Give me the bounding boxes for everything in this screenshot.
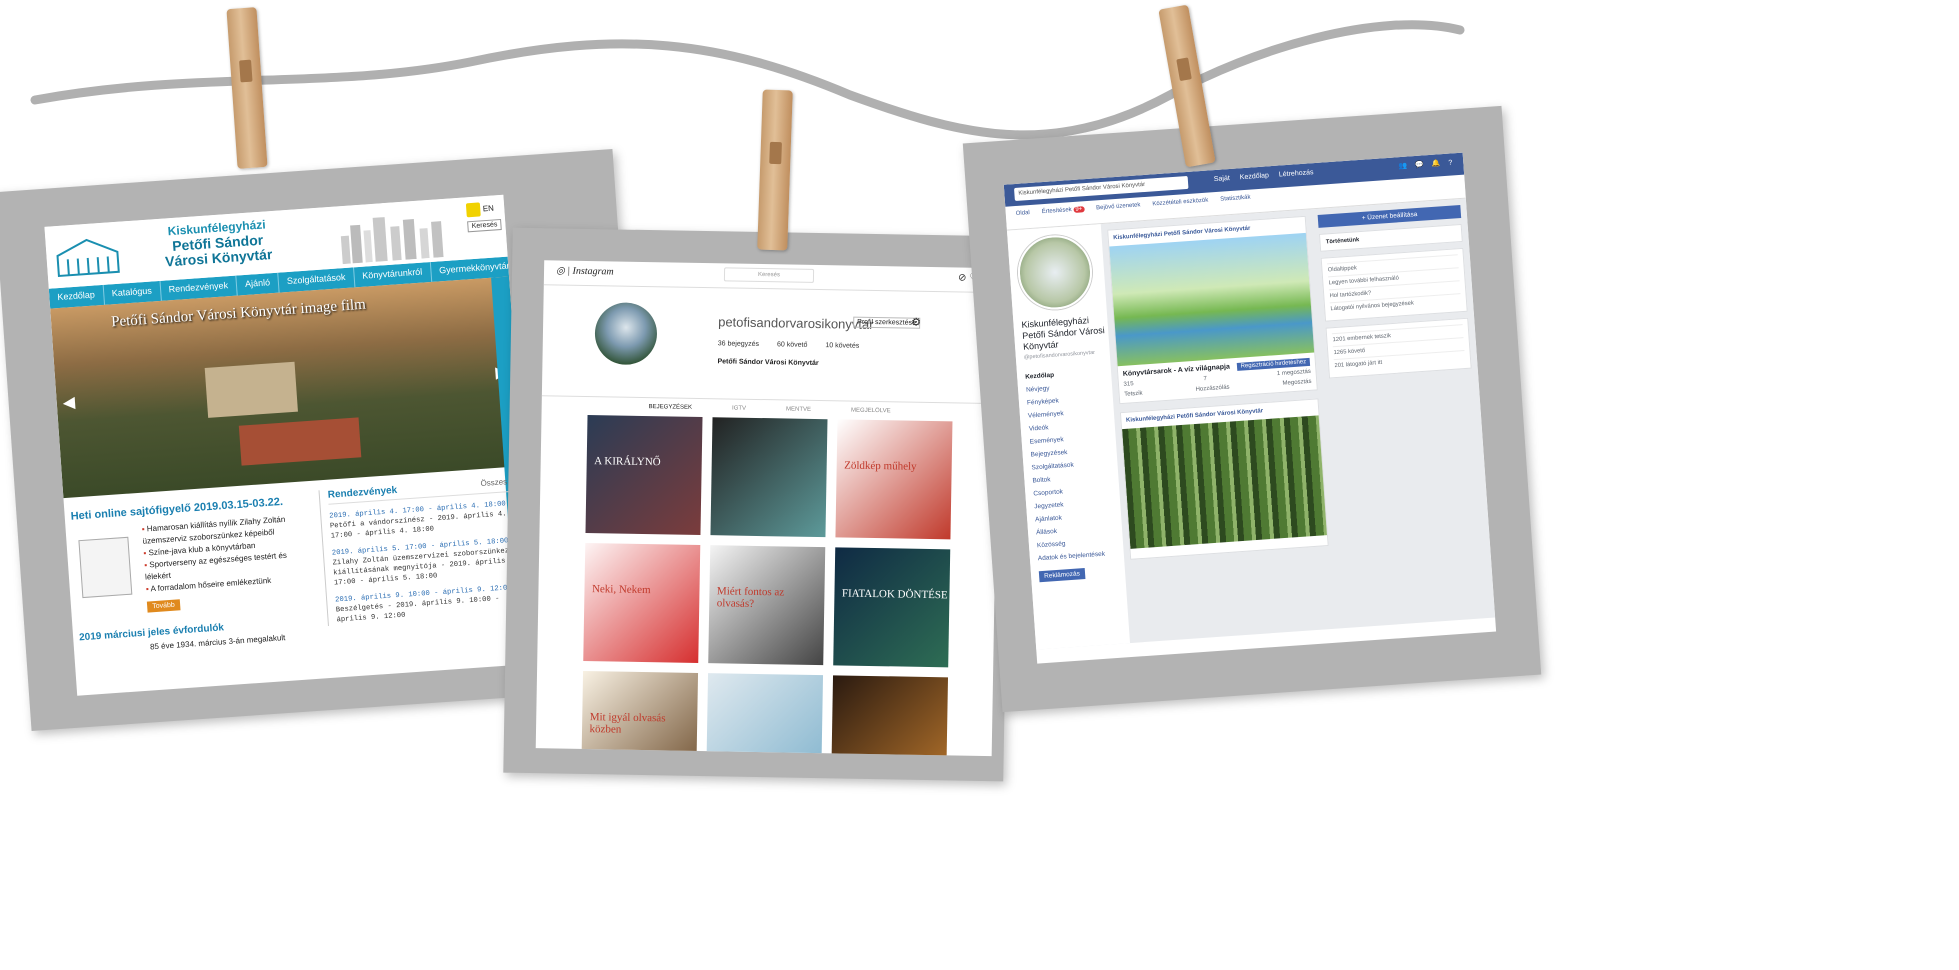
tab-saved[interactable]: MENTVE (786, 406, 811, 412)
tab-posts[interactable]: BEJEGYZÉSEK (649, 404, 692, 411)
instagram-post-thumbnail[interactable] (830, 675, 948, 757)
posts-grid: A KIRÁLYNŐ Zöldkép műhely Neki, Nekem Miért… (536, 414, 998, 757)
tab-page[interactable]: Oldal (1016, 210, 1031, 229)
like-button[interactable]: Tetszik (1124, 391, 1143, 398)
library-tools: EN Keresés (466, 201, 502, 233)
post-shares[interactable]: 1 megosztás (1277, 369, 1311, 377)
tab-notifications-label: Értesítések (1041, 207, 1072, 216)
library-website-screenshot: Kiskunfélegyházi Petőfi Sándor Városi Kö… (44, 194, 537, 696)
instagram-post-thumbnail[interactable]: Zöldkép műhely (834, 419, 952, 540)
more-button[interactable]: Tovább (146, 599, 181, 613)
accessibility-icon[interactable] (466, 202, 482, 218)
story-box: Történetünk (1319, 223, 1463, 252)
event-item[interactable]: 2019. április 4. 17:00 - április 4. 18:0… (329, 498, 521, 541)
instagram-post-thumbnail[interactable]: Miért fontos az olvasás? (707, 545, 825, 666)
facebook-columns: Kiskunfélegyházi Petőfi Sándor Városi Kö… (1006, 198, 1496, 650)
page-profile-picture[interactable] (1015, 232, 1095, 312)
slider-prev-icon[interactable]: ◀ (62, 392, 76, 413)
hero-slider[interactable]: Petőfi Sándor Városi Könyvtár image film… (50, 276, 523, 499)
promote-button[interactable]: Reklámozás (1038, 568, 1086, 583)
library-building-logo-icon (56, 238, 120, 278)
photo-frame-instagram: ◎ | Instagram Keresés ⊘ ♡ ⚇ petofisandor… (503, 227, 1013, 782)
tab-tagged[interactable]: MEGJELÖLVE (851, 408, 891, 415)
post-thumbnail-text: Mit igyál olvasás közben (589, 711, 666, 736)
top-link-home[interactable]: Kezdőlap (1240, 172, 1270, 181)
top-link-profile[interactable]: Saját (1214, 175, 1230, 183)
compass-icon[interactable]: ⊘ (958, 272, 967, 283)
clothespin-spring (769, 141, 782, 165)
hero-city-building (204, 361, 298, 418)
event-item[interactable]: 2019. április 9. 10:00 - április 9. 12:0… (335, 582, 527, 625)
instagram-post-thumbnail[interactable] (705, 673, 823, 757)
instagram-profile-header: petofisandorvarosikonyvtar Profil szerke… (542, 285, 1000, 403)
tab-insights[interactable]: Statisztikák (1220, 195, 1252, 215)
search-button[interactable]: Keresés (467, 218, 502, 233)
gear-icon[interactable]: ⚙ (911, 316, 921, 329)
story-title: Történetünk (1325, 237, 1360, 246)
post-thumbnail-text: Neki, Nekem (591, 583, 651, 597)
clothespin-spring (1176, 57, 1192, 82)
facebook-notification-icons[interactable]: 👥 💬 🔔 ? (1398, 158, 1455, 170)
clothespin-middle (757, 89, 793, 251)
news-section: Heti online sajtófigyelő 2019.03.15-03.2… (70, 494, 320, 657)
hero-caption: Petőfi Sándor Városi Könyvtár image film (110, 296, 367, 331)
instagram-brand[interactable]: ◎ | Instagram (556, 265, 614, 277)
clothespin-spring (239, 59, 253, 83)
facebook-top-links: Saját Kezdőlap Létrehozás (1214, 169, 1314, 183)
page-menu: Kezdőlap Névjegy Fényképek Vélemények Videók… (1025, 365, 1124, 565)
comment-button[interactable]: Hozzászólás (1195, 385, 1229, 393)
feed-post: Kiskunfélegyházi Petőfi Sándor Városi Kö… (1106, 215, 1319, 405)
edit-profile-button[interactable]: Profil szerkesztése (853, 316, 921, 329)
page-feed: Kiskunfélegyházi Petőfi Sándor Városi Kö… (1100, 209, 1341, 643)
share-button[interactable]: Megosztás (1282, 379, 1311, 387)
post-thumbnail-text: Zöldkép műhely (844, 459, 917, 473)
instagram-post-thumbnail[interactable]: Neki, Nekem (582, 542, 700, 663)
bookshelf-illustration-icon (340, 217, 444, 265)
post-thumbnail-text: A KIRÁLYNŐ (594, 455, 661, 469)
instagram-profile-screenshot: ◎ | Instagram Keresés ⊘ ♡ ⚇ petofisandor… (535, 260, 1001, 757)
tab-igtv[interactable]: IGTV (732, 406, 746, 412)
facebook-page-screenshot: Kiskunfélegyházi Petőfi Sándor Városi Kö… (1003, 152, 1497, 664)
tab-inbox[interactable]: Bejövő üzenetek (1096, 202, 1142, 223)
photo-frame-facebook: Kiskunfélegyházi Petőfi Sándor Városi Kö… (962, 105, 1542, 713)
post-image-forest[interactable] (1121, 415, 1328, 549)
post-engagement: 7 (1203, 376, 1208, 383)
post-image-illustration[interactable] (1108, 232, 1315, 367)
post-reach: 315 (1123, 381, 1134, 388)
events-section: Rendezvények Összes → 2019. április 4. 1… (318, 476, 527, 627)
instagram-post-thumbnail[interactable]: Mit igyál olvasás közben (580, 670, 698, 757)
feed-post: Kiskunfélegyházi Petőfi Sándor Városi Kö… (1119, 398, 1330, 560)
posts-count: 36 bejegyzés (717, 340, 760, 348)
top-link-create[interactable]: Létrehozás (1279, 169, 1314, 178)
page-tips-box: Oldaltippek Legyen további felhasználó H… (1320, 247, 1468, 322)
profile-username: petofisandorvarosikonyvtar (718, 314, 874, 332)
avatar[interactable] (594, 302, 658, 366)
page-right-column: + Üzenet beállítása Történetünk Oldaltip… (1312, 199, 1496, 629)
hero-library-roof (238, 417, 362, 466)
notifications-badge: 9+ (1073, 206, 1085, 213)
instagram-post-thumbnail[interactable] (709, 417, 827, 538)
profile-display-name: Petőfi Sándor Városi Könyvtár (717, 358, 819, 368)
community-box: 1201 embernek tetszik 1265 követő 201 lá… (1325, 317, 1472, 379)
event-item[interactable]: 2019. április 5. 17:00 - április 5. 18:0… (332, 535, 524, 588)
language-switch[interactable]: EN (482, 204, 494, 214)
instagram-post-thumbnail[interactable]: A KIRÁLYNŐ (584, 415, 703, 535)
post-thumbnail-text: FIATALOK DÖNTÉSE (841, 587, 948, 602)
following-count[interactable]: 10 követés (825, 342, 859, 350)
library-title: Kiskunfélegyházi Petőfi Sándor Városi Kö… (163, 217, 273, 269)
events-title: Rendezvények (327, 484, 398, 501)
printing-press-illustration-icon (78, 536, 133, 599)
page-name[interactable]: Kiskunfélegyházi Petőfi Sándor Városi Kö… (1021, 314, 1109, 353)
post-thumbnail-text: Miért fontos az olvasás? (716, 585, 785, 610)
instagram-wordmark: Instagram (572, 265, 614, 278)
tab-notifications[interactable]: Értesítések 9+ (1042, 206, 1086, 227)
profile-stats: 36 bejegyzés 60 követő 10 követés (718, 340, 860, 349)
instagram-search-input[interactable]: Keresés (723, 267, 815, 283)
instagram-post-thumbnail[interactable]: FIATALOK DÖNTÉSE (832, 547, 950, 668)
followers-count[interactable]: 60 követő (777, 341, 807, 349)
